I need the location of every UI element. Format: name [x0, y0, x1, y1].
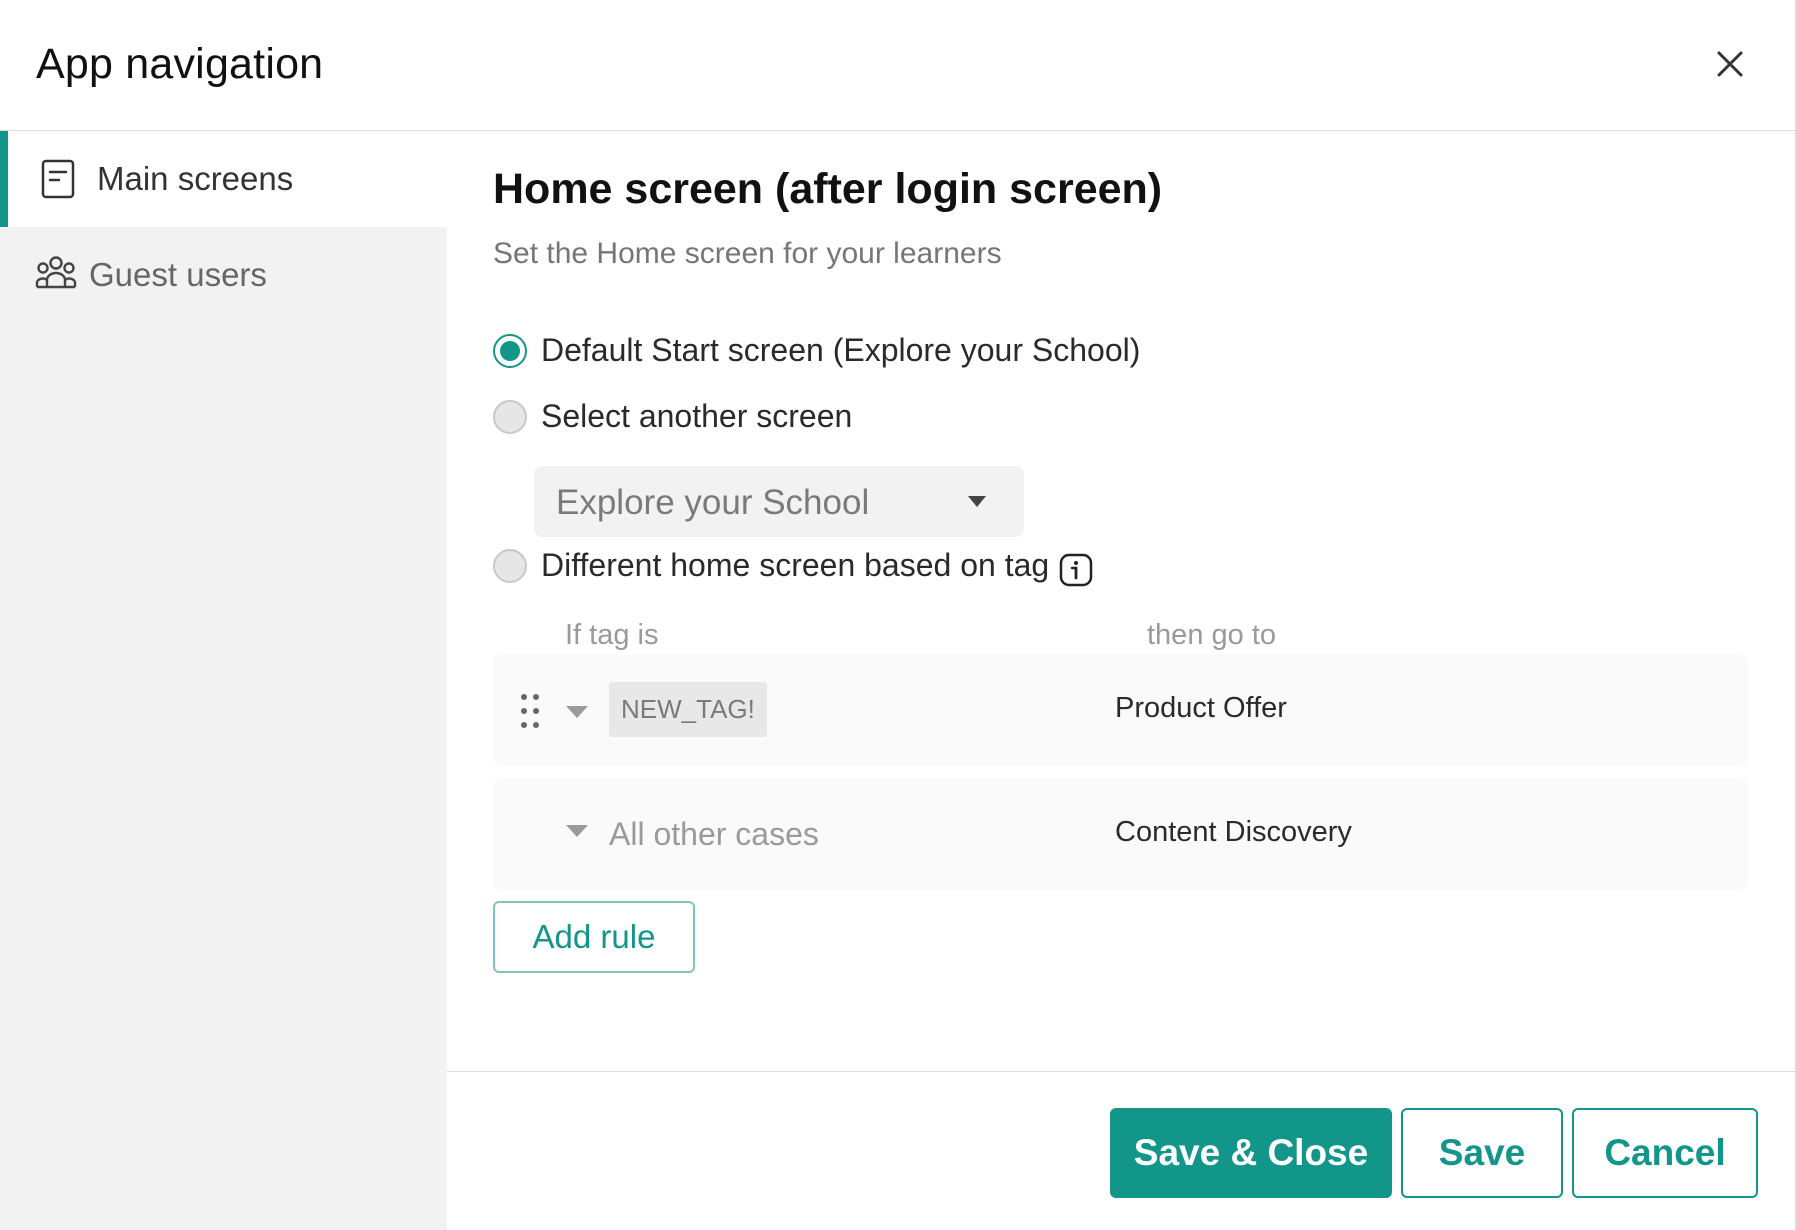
dialog-title: App navigation: [36, 40, 324, 88]
save-and-close-button[interactable]: Save & Close: [1110, 1108, 1392, 1198]
radio-button[interactable]: [493, 549, 527, 583]
radio-label: Different home screen based on tag: [541, 547, 1050, 583]
screen-select-dropdown[interactable]: Explore your School: [534, 466, 1024, 537]
radio-default-start-screen[interactable]: Default Start screen (Explore your Schoo…: [493, 332, 1193, 374]
sidebar-item-label: Guest users: [89, 256, 267, 293]
drag-handle-icon[interactable]: [520, 693, 542, 729]
sidebar-item-label: Main screens: [97, 160, 294, 197]
chevron-down-icon[interactable]: [566, 825, 588, 837]
dialog-header: App navigation: [0, 0, 1795, 131]
app-navigation-dialog: App navigation Main screens Guest users …: [0, 0, 1797, 1230]
sidebar: Main screens Guest users: [0, 131, 447, 1230]
document-icon: [38, 159, 78, 199]
main-content: Home screen (after login screen) Set the…: [447, 131, 1795, 1071]
column-header-condition: If tag is: [565, 619, 659, 651]
radio-button[interactable]: [493, 400, 527, 434]
rule-row-default: All other cases Content Discovery: [493, 778, 1748, 890]
radio-select-another-screen[interactable]: Select another screen: [493, 398, 893, 440]
cancel-button[interactable]: Cancel: [1572, 1108, 1758, 1198]
info-icon[interactable]: [1059, 553, 1093, 587]
section-subtitle: Set the Home screen for your learners: [493, 237, 1002, 270]
radio-label: Select another screen: [541, 398, 853, 434]
section-title: Home screen (after login screen): [493, 165, 1163, 213]
chevron-down-icon: [968, 496, 986, 507]
sidebar-item-guest-users[interactable]: Guest users: [0, 227, 447, 323]
radio-label: Default Start screen (Explore your Schoo…: [541, 332, 1141, 368]
radio-button-checked[interactable]: [493, 334, 527, 368]
close-icon[interactable]: [1710, 44, 1750, 84]
column-header-destination: then go to: [1147, 619, 1276, 651]
save-button[interactable]: Save: [1401, 1108, 1563, 1198]
rule-row: NEW_TAG! Product Offer: [493, 654, 1748, 766]
sidebar-item-main-screens[interactable]: Main screens: [0, 131, 447, 227]
chevron-down-icon[interactable]: [566, 706, 588, 718]
dialog-footer: Save & Close Save Cancel: [447, 1071, 1795, 1230]
add-rule-button[interactable]: Add rule: [493, 901, 695, 973]
users-group-icon: [35, 253, 77, 293]
destination-screen[interactable]: Content Discovery: [1115, 816, 1352, 849]
tag-chip[interactable]: NEW_TAG!: [609, 682, 767, 737]
screen-select-value: Explore your School: [556, 483, 870, 522]
destination-screen[interactable]: Product Offer: [1115, 692, 1287, 725]
all-other-cases-label: All other cases: [609, 816, 819, 852]
radio-tag-based-home-screen[interactable]: Different home screen based on tag: [493, 547, 1113, 589]
